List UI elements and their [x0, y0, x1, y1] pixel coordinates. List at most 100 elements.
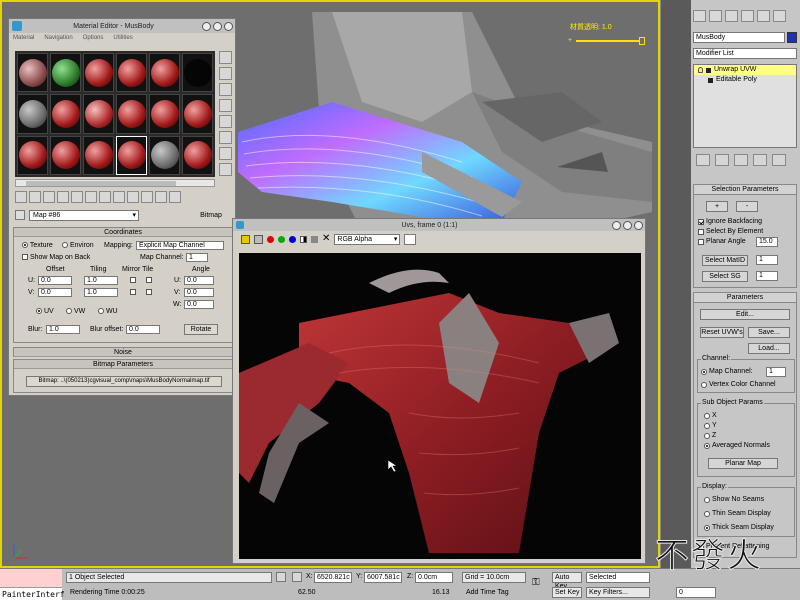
show-end-result-icon[interactable]: [141, 191, 153, 203]
u-angle-spinner[interactable]: 0.0: [184, 276, 214, 285]
axis-x-radio[interactable]: X: [704, 412, 717, 419]
mapping-dropdown[interactable]: Explicit Map Channel: [136, 241, 224, 250]
mono-icon[interactable]: [311, 235, 318, 243]
sample-slot[interactable]: [182, 94, 213, 134]
maximize-icon[interactable]: [213, 21, 222, 31]
u-offset-spinner[interactable]: 0.0: [38, 276, 72, 285]
menu-material[interactable]: Material: [13, 35, 34, 41]
sample-slot[interactable]: [50, 94, 81, 134]
show-map-in-viewport-icon[interactable]: [127, 191, 139, 203]
load-button[interactable]: Load...: [748, 343, 790, 354]
render-window-titlebar[interactable]: Uvs, frame 0 (1:1): [233, 219, 645, 231]
menu-navigation[interactable]: Navigation: [44, 35, 72, 41]
material-editor-titlebar[interactable]: Material Editor - MusBody: [9, 19, 235, 33]
menu-options[interactable]: Options: [83, 35, 104, 41]
current-frame-field[interactable]: 0: [676, 587, 716, 598]
v-angle-spinner[interactable]: 0.0: [184, 288, 214, 297]
slot-scrollbar[interactable]: [15, 179, 215, 187]
u-tile-checkbox[interactable]: [146, 277, 152, 284]
tab-hierarchy[interactable]: [725, 10, 738, 22]
blue-channel-icon[interactable]: [289, 235, 296, 243]
blur-offset-spinner[interactable]: 0.0: [126, 325, 160, 334]
pin-stack-icon[interactable]: [696, 154, 710, 166]
v-offset-spinner[interactable]: 0.0: [38, 288, 72, 297]
sample-slot[interactable]: [17, 94, 48, 134]
sample-slot[interactable]: [17, 53, 48, 93]
sample-slot[interactable]: [149, 94, 180, 134]
lock-selection-icon[interactable]: [276, 572, 286, 582]
sample-slot[interactable]: [116, 94, 147, 134]
lightbulb-icon[interactable]: [698, 67, 703, 73]
key-filters-button[interactable]: Key Filters...: [586, 587, 650, 598]
sample-slot[interactable]: [83, 94, 114, 134]
minimize-icon[interactable]: [612, 220, 621, 230]
clone-window-icon[interactable]: [254, 234, 263, 244]
blur-spinner[interactable]: 1.0: [46, 325, 80, 334]
save-button[interactable]: Save...: [748, 327, 790, 338]
rollout-title[interactable]: Bitmap Parameters: [14, 360, 232, 369]
channel-dropdown[interactable]: RGB Alpha: [334, 233, 401, 245]
remove-modifier-icon[interactable]: [753, 154, 767, 166]
axis-y-radio[interactable]: Y: [704, 422, 717, 429]
sample-slot[interactable]: [149, 135, 180, 175]
v-mirror-checkbox[interactable]: [130, 289, 136, 296]
tab-create[interactable]: [693, 10, 706, 22]
x-coordinate-field[interactable]: 6520.821c: [314, 572, 352, 583]
alpha-channel-icon[interactable]: [300, 235, 307, 243]
thin-seam-display-radio[interactable]: Thin Seam Display: [704, 510, 771, 517]
make-unique-icon[interactable]: [734, 154, 748, 166]
map-name-field[interactable]: Map #86: [29, 209, 139, 221]
reset-map-icon[interactable]: [57, 191, 69, 203]
u-tiling-spinner[interactable]: 1.0: [84, 276, 118, 285]
pick-material-icon[interactable]: [15, 210, 25, 220]
options-icon[interactable]: [219, 147, 232, 160]
grow-selection-button[interactable]: +: [706, 201, 728, 212]
set-key-button[interactable]: Set Key: [552, 587, 582, 598]
material-id-icon[interactable]: [113, 191, 125, 203]
reset-uvws-button[interactable]: Reset UVW's: [700, 327, 744, 338]
sample-slot-active[interactable]: [116, 135, 147, 175]
sample-slot[interactable]: [182, 135, 213, 175]
save-bitmap-icon[interactable]: [241, 234, 250, 244]
rollout-title[interactable]: Noise: [14, 348, 232, 357]
shrink-selection-button[interactable]: -: [736, 201, 758, 212]
backlight-icon[interactable]: [219, 67, 232, 80]
sample-slot[interactable]: [182, 53, 213, 93]
v-tiling-spinner[interactable]: 1.0: [84, 288, 118, 297]
maxscript-output[interactable]: PainterInterf: [0, 587, 65, 600]
sample-slot[interactable]: [116, 53, 147, 93]
sample-slot[interactable]: [83, 135, 114, 175]
video-color-check-icon[interactable]: [219, 115, 232, 128]
z-coordinate-field[interactable]: 0.0cm: [415, 572, 453, 583]
copy-material-icon[interactable]: [71, 191, 83, 203]
scroll-thumb[interactable]: [26, 181, 176, 186]
sg-spinner[interactable]: 1: [756, 271, 778, 281]
w-angle-spinner[interactable]: 0.0: [184, 300, 214, 309]
go-forward-icon[interactable]: [169, 191, 181, 203]
environ-radio[interactable]: Environ: [62, 242, 94, 249]
planar-map-button[interactable]: Planar Map: [708, 458, 778, 469]
expand-icon[interactable]: [706, 67, 711, 73]
show-no-seams-radio[interactable]: Show No Seams: [704, 496, 764, 503]
maxscript-listener[interactable]: PainterInterf: [0, 569, 65, 600]
tab-motion[interactable]: [741, 10, 754, 22]
opacity-slider[interactable]: +: [568, 37, 650, 45]
tab-modify[interactable]: [709, 10, 722, 22]
selected-dropdown[interactable]: Selected: [586, 572, 650, 583]
sample-slot[interactable]: [83, 53, 114, 93]
stack-item-unwrap-uvw[interactable]: Unwrap UVW: [694, 65, 796, 75]
ignore-backfacing-checkbox[interactable]: Ignore Backfacing: [698, 218, 762, 225]
object-color-swatch[interactable]: [787, 32, 797, 43]
y-coordinate-field[interactable]: 6007.581c: [364, 572, 402, 583]
averaged-normals-radio[interactable]: Averaged Normals: [704, 442, 770, 449]
map-channel-radio[interactable]: Map Channel:: [701, 368, 753, 375]
add-time-tag[interactable]: Add Time Tag: [466, 588, 509, 598]
vertex-color-channel-radio[interactable]: Vertex Color Channel: [701, 381, 776, 388]
matid-spinner[interactable]: 1: [756, 255, 778, 265]
select-by-material-icon[interactable]: [219, 163, 232, 176]
put-to-library-icon[interactable]: [99, 191, 111, 203]
color-swatch[interactable]: [404, 233, 417, 245]
sample-slot[interactable]: [17, 135, 48, 175]
vw-radio[interactable]: VW: [66, 308, 85, 315]
uv-tiling-icon[interactable]: [219, 99, 232, 112]
